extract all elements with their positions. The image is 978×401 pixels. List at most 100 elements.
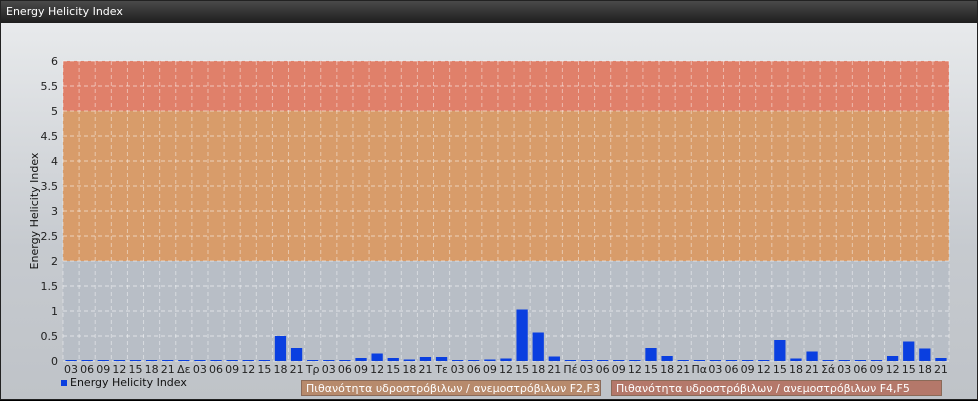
bar-29 xyxy=(532,332,544,361)
x-tick-label: Σά xyxy=(821,363,835,376)
bar-40 xyxy=(709,360,722,361)
x-tick-label: 18 xyxy=(402,363,416,376)
bar-13 xyxy=(274,336,287,361)
band-label-f4-f5: Πιθανότητα υδροστρόβιλων / ανεμοστρόβιλω… xyxy=(611,380,942,396)
y-axis-label: Energy Helicity Index xyxy=(28,152,41,269)
bar-18 xyxy=(355,358,367,361)
bar-42 xyxy=(741,360,754,361)
x-tick-label: 18 xyxy=(660,363,674,376)
bar-24 xyxy=(452,360,464,361)
x-tick-label: 15 xyxy=(773,363,787,376)
bar-47 xyxy=(822,360,834,361)
x-tick-label: 21 xyxy=(676,363,690,376)
bar-38 xyxy=(677,360,689,361)
x-tick-label: 18 xyxy=(789,363,803,376)
ehi-chart: 00.511.522.533.544.555.56 03 06 09 12 15 18 21… xyxy=(28,55,950,376)
x-tick-label: 09 xyxy=(870,363,884,376)
bar-30 xyxy=(548,356,560,361)
x-tick-label: 15 xyxy=(515,363,529,376)
bar-7 xyxy=(178,360,190,361)
y-tick-label: 1 xyxy=(51,305,58,318)
bar-16 xyxy=(323,360,335,361)
bar-5 xyxy=(145,360,158,361)
bar-12 xyxy=(258,360,271,361)
bar-15 xyxy=(307,360,319,361)
x-tick-label: 18 xyxy=(145,363,159,376)
y-tick-label: 0 xyxy=(51,355,58,368)
bar-31 xyxy=(564,360,577,361)
bar-23 xyxy=(435,357,448,361)
y-tick-label: 3 xyxy=(51,205,58,218)
bar-48 xyxy=(838,360,850,361)
bar-49 xyxy=(854,360,867,361)
y-tick-labels: 0 0.5 1 1.5 2 2.5 3 3.5 4 4.5 5 5.5 6 xyxy=(41,55,59,368)
x-tick-label: 15 xyxy=(902,363,916,376)
x-tick-label: 12 xyxy=(112,363,126,376)
x-tick-label: Πα xyxy=(692,363,708,376)
bar-25 xyxy=(468,360,480,361)
bar-35 xyxy=(629,360,641,361)
chart-window: Energy Helicity Index 0 0.5 1 1.5 2 2.5 3 3.5 4 4… xyxy=(0,0,978,400)
x-tick-label: 03 xyxy=(580,363,594,376)
x-tick-label: 21 xyxy=(161,363,175,376)
bar-37 xyxy=(661,356,673,361)
x-tick-label: 09 xyxy=(96,363,110,376)
x-tick-label: 21 xyxy=(547,363,561,376)
legend: Energy Helicity Index xyxy=(61,376,187,389)
bar-9 xyxy=(210,360,222,361)
x-tick-label: 15 xyxy=(644,363,658,376)
x-tick-labels: 03 06 09 12 15 18 21 Δε 03 06 09 12 15 18 21 Τρ 03 06 09 12… xyxy=(64,363,948,376)
bar-51 xyxy=(886,356,899,361)
x-tick-label: 18 xyxy=(531,363,545,376)
legend-label: Energy Helicity Index xyxy=(70,376,187,389)
bar-32 xyxy=(580,360,593,361)
bar-19 xyxy=(371,353,383,361)
x-tick-label: 06 xyxy=(338,363,352,376)
bar-52 xyxy=(903,341,915,361)
bar-1 xyxy=(81,360,93,361)
bar-50 xyxy=(870,360,883,361)
x-tick-label: 18 xyxy=(918,363,932,376)
bar-43 xyxy=(758,360,770,361)
legend-swatch xyxy=(61,380,67,386)
x-tick-label: Τε xyxy=(434,363,448,376)
x-tick-label: 21 xyxy=(934,363,948,376)
y-tick-label: 2.5 xyxy=(41,230,59,243)
x-tick-label: 09 xyxy=(612,363,626,376)
x-tick-label: 06 xyxy=(209,363,223,376)
x-tick-label: 09 xyxy=(483,363,497,376)
x-tick-label: 12 xyxy=(241,363,255,376)
x-tick-label: 03 xyxy=(64,363,78,376)
x-tick-label: 18 xyxy=(273,363,287,376)
bar-41 xyxy=(725,360,738,361)
x-tick-label: 21 xyxy=(418,363,432,376)
bar-54 xyxy=(935,358,947,361)
x-tick-label: 09 xyxy=(741,363,755,376)
y-tick-label: 4 xyxy=(51,155,58,168)
bar-28 xyxy=(516,309,528,361)
bar-11 xyxy=(242,360,254,361)
x-tick-label: Πέ xyxy=(563,363,577,376)
bar-44 xyxy=(774,340,786,361)
x-tick-label: 03 xyxy=(322,363,336,376)
bar-17 xyxy=(339,360,351,361)
x-tick-label: 12 xyxy=(628,363,642,376)
bar-22 xyxy=(419,357,432,361)
bar-10 xyxy=(226,360,238,361)
bar-2 xyxy=(97,360,109,361)
bar-36 xyxy=(645,348,657,361)
x-tick-label: 12 xyxy=(370,363,384,376)
y-tick-label: 1.5 xyxy=(41,280,59,293)
x-tick-label: 03 xyxy=(708,363,722,376)
bar-8 xyxy=(194,360,206,361)
x-tick-label: 15 xyxy=(128,363,142,376)
x-tick-label: 09 xyxy=(225,363,239,376)
x-tick-label: 06 xyxy=(725,363,739,376)
x-tick-label: 21 xyxy=(805,363,819,376)
x-tick-label: 03 xyxy=(193,363,207,376)
y-tick-label: 2 xyxy=(51,255,58,268)
bar-4 xyxy=(129,360,142,361)
bar-39 xyxy=(693,360,705,361)
bar-0 xyxy=(65,360,77,361)
bar-6 xyxy=(162,360,174,361)
